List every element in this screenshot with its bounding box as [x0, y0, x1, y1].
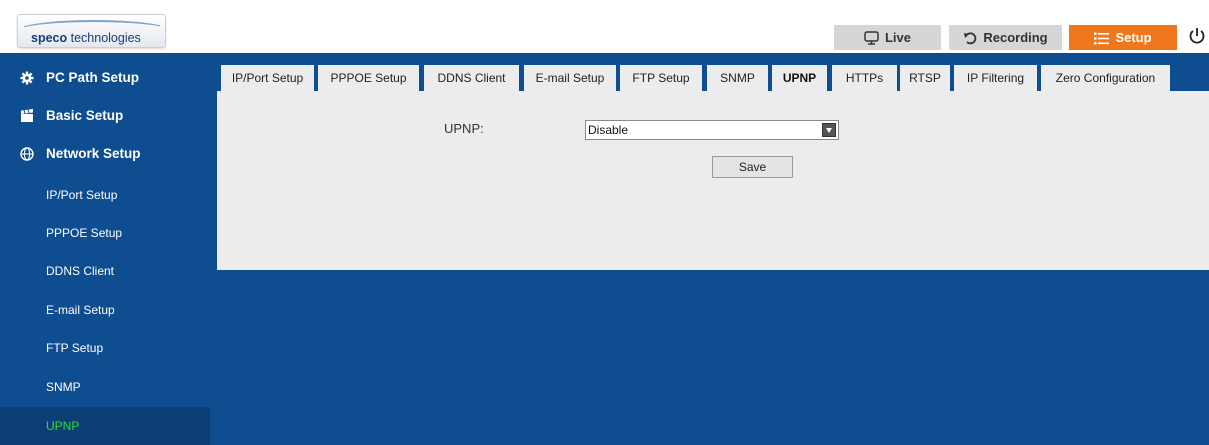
save-button[interactable]: Save	[712, 156, 793, 178]
chevron-down-icon	[822, 123, 836, 137]
clapperboard-icon	[21, 109, 33, 122]
sidebar-item-pppoe-setup[interactable]: PPPOE Setup	[0, 214, 210, 252]
recording-label: Recording	[983, 30, 1048, 45]
sidebar-item-label: Network Setup	[46, 146, 141, 161]
tab-ddns-client[interactable]: DDNS Client	[424, 65, 519, 91]
logo-bold: speco	[31, 31, 68, 45]
sidebar-item-ip-port-setup[interactable]: IP/Port Setup	[0, 176, 210, 214]
recording-button[interactable]: Recording	[949, 25, 1062, 50]
tab-upnp[interactable]: UPNP	[772, 65, 827, 91]
sidebar-item-network-setup[interactable]: Network Setup	[0, 135, 210, 173]
live-button[interactable]: Live	[834, 25, 941, 50]
tab-ip-filtering[interactable]: IP Filtering	[954, 65, 1037, 91]
monitor-icon	[864, 31, 879, 45]
tab-bar: IP/Port Setup PPPOE Setup DDNS Client E-…	[217, 57, 1209, 91]
upnp-select-value: Disable	[588, 123, 629, 137]
sidebar-item-pc-path-setup[interactable]: PC Path Setup	[0, 59, 210, 97]
sidebar-item-email-setup[interactable]: E-mail Setup	[0, 291, 210, 329]
sidebar-item-label: Basic Setup	[46, 108, 124, 123]
tab-ftp-setup[interactable]: FTP Setup	[620, 65, 702, 91]
sidebar-item-ftp-setup[interactable]: FTP Setup	[0, 329, 210, 367]
speco-logo: speco technologies	[17, 14, 166, 48]
sidebar-item-upnp[interactable]: UPNP	[0, 407, 210, 445]
logo-light: technologies	[67, 31, 141, 45]
sidebar-item-snmp[interactable]: SNMP	[0, 368, 210, 406]
main-content: IP/Port Setup PPPOE Setup DDNS Client E-…	[217, 57, 1209, 445]
upnp-select[interactable]: Disable	[585, 120, 839, 140]
top-header: speco technologies Live Recording Setup	[0, 0, 1209, 56]
sidebar-item-label: PC Path Setup	[46, 70, 140, 85]
sidebar-item-ddns-client[interactable]: DDNS Client	[0, 252, 210, 290]
list-icon	[1094, 32, 1110, 45]
power-button[interactable]	[1188, 26, 1206, 48]
gear-icon	[20, 71, 34, 85]
sidebar-item-basic-setup[interactable]: Basic Setup	[0, 97, 210, 135]
sidebar: PC Path Setup Basic Setup Network Setup …	[0, 57, 217, 445]
setup-button[interactable]: Setup	[1069, 25, 1177, 50]
upnp-settings-panel: UPNP: Disable Save	[217, 91, 1209, 270]
tab-email-setup[interactable]: E-mail Setup	[524, 65, 616, 91]
replay-icon	[964, 32, 977, 45]
logo-text: speco technologies	[31, 31, 141, 45]
upnp-label: UPNP:	[444, 121, 484, 136]
logo-swoosh	[24, 18, 160, 28]
tab-pppoe-setup[interactable]: PPPOE Setup	[318, 65, 419, 91]
tab-ip-port-setup[interactable]: IP/Port Setup	[221, 65, 314, 91]
tab-https[interactable]: HTTPs	[832, 65, 897, 91]
tab-rtsp[interactable]: RTSP	[900, 65, 950, 91]
power-icon	[1189, 28, 1205, 44]
setup-label: Setup	[1115, 30, 1152, 45]
tab-snmp[interactable]: SNMP	[707, 65, 768, 91]
network-globe-icon	[20, 147, 34, 161]
tab-zero-configuration[interactable]: Zero Configuration	[1041, 65, 1170, 91]
live-label: Live	[884, 30, 911, 45]
